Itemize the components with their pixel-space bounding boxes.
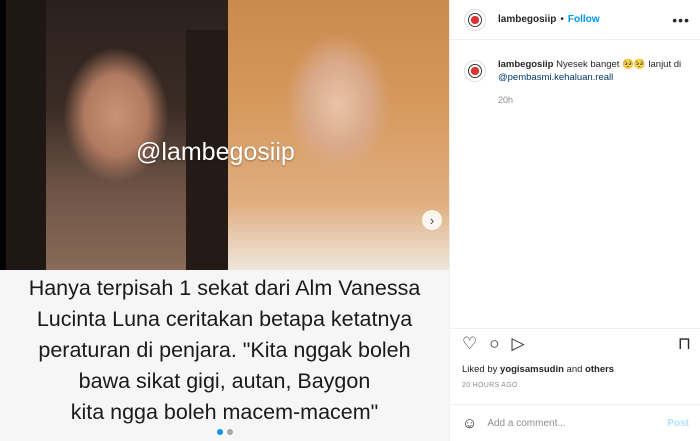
post-media: @lambegosiip › Hanya terpisah 1 sekat da… <box>0 0 449 441</box>
comment-icon[interactable]: ○ <box>489 334 499 354</box>
caption-line: kita ngga boleh macem-macem" <box>70 400 379 424</box>
emoji-icon[interactable]: ☺ <box>462 415 477 432</box>
bookmark-icon[interactable]: ⊓ <box>678 334 691 354</box>
caption-box: Hanya terpisah 1 sekat dari Alm Vanessa … <box>0 270 449 441</box>
avatar[interactable] <box>464 8 486 31</box>
post-header: lambegosiip • Follow ••• <box>450 0 700 40</box>
likes-prefix: Liked by <box>462 364 501 375</box>
carousel-dots <box>0 429 449 435</box>
header-username[interactable]: lambegosiip <box>498 14 556 25</box>
post-info-panel: lambegosiip • Follow ••• lambegosiip Nye… <box>449 0 700 441</box>
heart-icon[interactable]: ♡ <box>462 334 477 354</box>
carousel-dot-2[interactable] <box>226 429 233 435</box>
likes-middle: and <box>563 364 586 375</box>
comment-time: 20h <box>498 95 514 105</box>
more-options-icon[interactable]: ••• <box>672 12 690 28</box>
comment-username[interactable]: lambegosiip <box>498 59 553 70</box>
likes-user-link[interactable]: yogisamsudin <box>500 364 564 375</box>
comment-input[interactable] <box>487 417 668 429</box>
add-comment-bar: ☺ Post <box>450 404 700 441</box>
photo-right <box>228 0 449 270</box>
photo-left-hair <box>6 0 46 270</box>
comment-avatar[interactable] <box>464 60 486 82</box>
chevron-right-icon: › <box>429 212 435 228</box>
post-age[interactable]: 20 HOURS AGO <box>462 382 518 389</box>
comment-body: lambegosiip Nyesek banget 🥺🥺 lanjut di @… <box>498 58 690 107</box>
caption-line: Hanya terpisah 1 sekat dari Alm Vanessa <box>28 276 421 300</box>
caption-line: peraturan di penjara. "Kita nggak boleh <box>38 338 411 362</box>
follow-button[interactable]: Follow <box>568 14 600 25</box>
watermark-text: @lambegosiip <box>136 138 295 166</box>
comment-mention-link[interactable]: @pembasmi.kehaluan.reall <box>498 72 613 83</box>
separator-dot: • <box>560 14 564 25</box>
avatar-logo-icon <box>468 12 482 27</box>
likes-summary: Liked by yogisamsudin and others <box>462 364 614 375</box>
caption-line: bawa sikat gigi, autan, Baygon <box>78 369 371 393</box>
post-button[interactable]: Post <box>667 418 689 429</box>
carousel-next-button[interactable]: › <box>422 210 442 230</box>
photo-left <box>6 0 228 270</box>
avatar-logo-icon <box>468 64 482 78</box>
caption-comment: lambegosiip Nyesek banget 🥺🥺 lanjut di @… <box>450 40 700 107</box>
share-icon[interactable]: ▷ <box>512 334 525 354</box>
action-bar: ♡ ○ ▷ ⊓ <box>450 328 700 358</box>
carousel-dot-1[interactable] <box>216 429 223 435</box>
comment-text: Nyesek banget 🥺🥺 lanjut di <box>553 59 682 70</box>
likes-others-link[interactable]: others <box>585 364 614 375</box>
caption-line: Lucinta Luna ceritakan betapa ketatnya <box>36 307 413 331</box>
caption-text: Hanya terpisah 1 sekat dari Alm Vanessa … <box>29 273 421 428</box>
